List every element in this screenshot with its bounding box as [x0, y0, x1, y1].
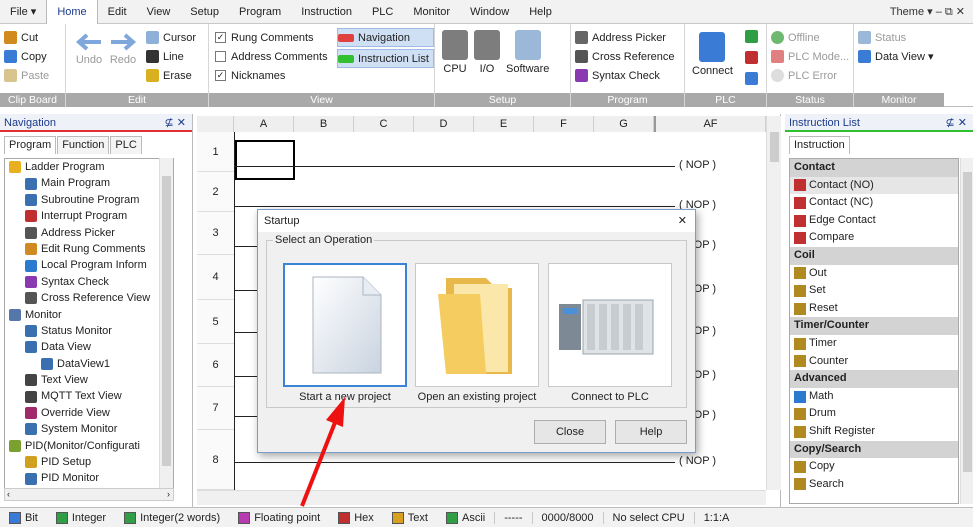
annotation-arrow: [300, 397, 345, 507]
